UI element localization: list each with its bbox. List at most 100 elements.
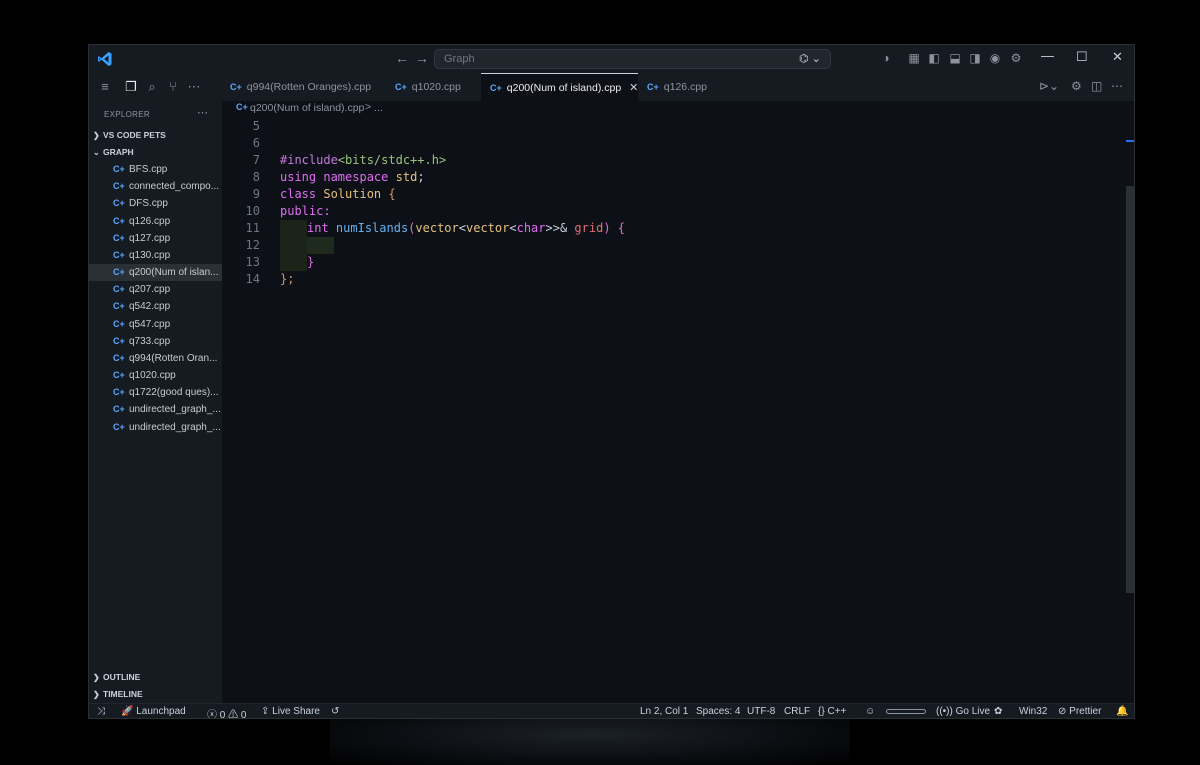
cpp-file-icon: C+ (230, 82, 242, 92)
tab-q994[interactable]: C+ q994(Rotten Oranges).cpp (230, 73, 385, 101)
cursor-position[interactable]: Ln 2, Col 1 (640, 706, 688, 717)
outline-label: OUTLINE (103, 672, 141, 682)
token: char (516, 221, 546, 235)
file-item[interactable]: C+ q542.cpp (89, 298, 222, 315)
more-actions-icon[interactable]: ⋯ (1111, 79, 1123, 93)
token: >>& (545, 221, 568, 235)
tab-label: q1020.cpp (411, 81, 461, 93)
account-icon[interactable]: ◉ (988, 51, 1002, 65)
file-item[interactable]: C+ undirected_graph_... (89, 419, 222, 436)
file-item[interactable]: C+ q733.cpp (89, 333, 222, 350)
cpp-file-icon: C+ (113, 233, 125, 243)
files-icon[interactable]: ❐ (123, 79, 139, 95)
line-number: 12 (245, 238, 260, 252)
line-number: 8 (252, 170, 260, 184)
gear-icon[interactable]: ⚙ (1009, 51, 1023, 65)
cpp-file-icon: C+ (113, 198, 125, 208)
timeline-label: TIMELINE (103, 689, 143, 699)
arrow-right-icon[interactable]: → (415, 50, 429, 66)
broadcast-icon: ((•)) (936, 706, 953, 717)
file-item[interactable]: C+ q1722(good ques)... (89, 384, 222, 401)
file-item-active[interactable]: C+ q200(Num of islan... (89, 264, 222, 281)
line-number: 9 (252, 187, 260, 201)
file-item[interactable]: C+ q547.cpp (89, 316, 222, 333)
toggle-primary-sidebar-icon[interactable]: ◧ (927, 51, 941, 65)
cpp-file-icon: C+ (113, 336, 125, 346)
toggle-panel-icon[interactable]: ⬓ (948, 51, 962, 65)
split-editor-icon[interactable]: ◫ (1091, 79, 1102, 93)
hamburger-menu-icon[interactable]: ≡ (97, 79, 113, 95)
extension-icon[interactable]: ✿ (994, 706, 1002, 717)
indentation[interactable]: Spaces: 4 (696, 706, 740, 717)
token: ) (603, 221, 611, 235)
file-item[interactable]: C+ connected_compo... (89, 178, 222, 195)
prettier-item[interactable]: ⊘ Prettier (1058, 706, 1101, 717)
cpp-file-icon: C+ (395, 82, 407, 92)
close-tab-icon[interactable]: ✕ (629, 82, 638, 94)
live-share-item[interactable]: ⇪ Live Share (261, 706, 320, 717)
go-live-item[interactable]: ((•)) Go Live (936, 706, 990, 717)
file-item[interactable]: C+ q994(Rotten Oran... (89, 350, 222, 367)
file-item[interactable]: C+ q207.cpp (89, 281, 222, 298)
minimize-icon[interactable]: — (1041, 48, 1054, 63)
editor-scrollbar[interactable] (1126, 186, 1134, 593)
language-mode[interactable]: {} C++ (818, 706, 846, 717)
arrow-left-icon[interactable]: ← (395, 50, 409, 66)
breadcrumb-file[interactable]: q200(Num of island).cpp (250, 102, 364, 114)
file-item[interactable]: C+ undirected_graph_... (89, 401, 222, 418)
editor-settings-icon[interactable]: ⚙ (1071, 79, 1082, 93)
file-label: q733.cpp (129, 336, 171, 347)
launchpad-item[interactable]: 🚀 Launchpad (121, 706, 186, 717)
source-control-icon[interactable]: ⑂ (165, 79, 181, 95)
problems-item[interactable]: ⓧ 0 ⚠ 0 (207, 706, 246, 718)
run-code-icon[interactable]: ⊳⌄ (1039, 79, 1059, 93)
timeline-section[interactable]: ❯ TIMELINE (93, 686, 143, 702)
platform[interactable]: Win32 (1019, 706, 1047, 717)
file-label: q1722(good ques)... (129, 387, 219, 398)
copilot-icon[interactable]: ⌬ ⌄ (799, 52, 821, 65)
layout-customize-icon[interactable]: ▦ (907, 51, 921, 65)
toggle-secondary-sidebar-icon[interactable]: ◨ (968, 51, 982, 65)
breadcrumb: C+ q200(Num of island).cpp > ... (222, 101, 1134, 117)
chevron-right-icon: ❯ (93, 131, 100, 140)
code-line: 9 class Solution { (222, 186, 1122, 203)
history-icon[interactable]: ↺ (331, 706, 339, 717)
tab-label: q200(Num of island).cpp (506, 82, 622, 94)
line-number: 14 (245, 272, 260, 286)
file-item[interactable]: C+ q130.cpp (89, 247, 222, 264)
explorer-more-icon[interactable]: ⋯ (197, 106, 208, 119)
search-icon[interactable]: ⌕ (144, 79, 160, 95)
end-of-line[interactable]: CRLF (784, 706, 810, 717)
cpp-file-icon: C+ (113, 216, 125, 226)
breadcrumb-more[interactable]: ... (374, 102, 383, 114)
encoding[interactable]: UTF-8 (747, 706, 775, 717)
tab-q126[interactable]: C+ q126.cpp (647, 73, 727, 101)
token: ; (417, 170, 425, 184)
maximize-icon[interactable]: ☐ (1076, 49, 1088, 65)
file-item[interactable]: C+ q127.cpp (89, 230, 222, 247)
accounts-pie-icon[interactable]: ◑ (879, 51, 893, 65)
rocket-icon: 🚀 (121, 706, 134, 717)
code-editor[interactable]: 5 6 7 #include<bits/stdc++.h> 8 using name… (222, 117, 1134, 703)
section-vs-code-pets[interactable]: ❯ VS CODE PETS (93, 127, 166, 143)
command-center[interactable]: Graph ⌬ ⌄ (434, 49, 831, 69)
token: <bits/stdc++.h> (337, 153, 447, 167)
file-item[interactable]: C+ q1020.cpp (89, 367, 222, 384)
tab-q1020[interactable]: C+ q1020.cpp (395, 73, 475, 101)
outline-section[interactable]: ❯ OUTLINE (93, 669, 140, 685)
token: grid (574, 221, 604, 235)
bell-icon[interactable]: 🔔 (1116, 706, 1128, 717)
cpp-file-icon: C+ (113, 404, 125, 414)
file-item[interactable]: C+ DFS.cpp (89, 195, 222, 212)
file-item[interactable]: C+ q126.cpp (89, 213, 222, 230)
code-text: } (307, 254, 314, 271)
token: } (307, 255, 315, 269)
tab-q200-active[interactable]: C+ q200(Num of island).cpp ✕ (481, 73, 638, 101)
prettier-icon: ⊘ (1058, 706, 1067, 717)
section-graph[interactable]: ⌄ GRAPH (93, 144, 134, 160)
file-item[interactable]: C+ BFS.cpp (89, 161, 222, 178)
copilot-status-icon[interactable]: ☺ (865, 706, 875, 717)
remote-icon[interactable]: ⤨ (97, 706, 105, 717)
close-window-icon[interactable]: ✕ (1112, 49, 1123, 65)
ellipsis-icon[interactable]: ⋯ (186, 79, 202, 95)
